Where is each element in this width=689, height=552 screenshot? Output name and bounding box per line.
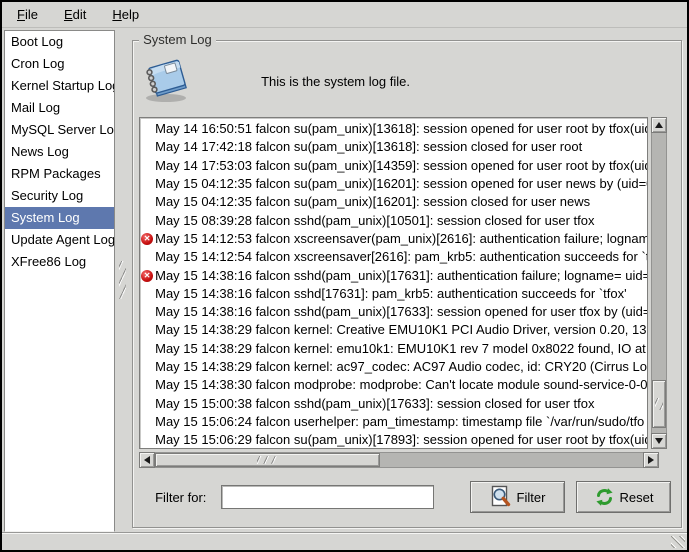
log-list-area: May 14 16:50:51 falcon su(pam_unix)[1361… <box>139 117 667 449</box>
log-viewer-window: File Edit Help Boot LogCron LogKernel St… <box>0 0 689 552</box>
filter-label: Filter for: <box>155 490 206 505</box>
vertical-scrollbar[interactable] <box>651 117 667 449</box>
arrow-left-icon <box>144 456 150 464</box>
resize-grip-icon[interactable] <box>671 536 685 548</box>
sidebar-item[interactable]: Cron Log <box>5 53 114 75</box>
log-row[interactable]: May 15 14:12:53 falcon xscreensaver(pam_… <box>140 230 647 248</box>
sidebar-item[interactable]: Update Agent Log <box>5 229 114 251</box>
filter-button[interactable]: Filter <box>470 481 565 513</box>
log-row-text: May 15 14:38:16 falcon sshd(pam_unix)[17… <box>155 303 647 321</box>
log-row[interactable]: May 15 14:38:16 falcon sshd[17631]: pam_… <box>140 285 647 303</box>
log-row[interactable]: May 15 15:06:29 falcon su(pam_unix)[1789… <box>140 431 647 449</box>
log-row[interactable]: May 14 17:53:03 falcon su(pam_unix)[1435… <box>140 157 647 175</box>
log-row[interactable]: May 15 04:12:35 falcon su(pam_unix)[1620… <box>140 193 647 211</box>
log-row[interactable]: May 15 14:38:29 falcon kernel: Creative … <box>140 321 647 339</box>
log-row[interactable]: May 15 14:12:54 falcon xscreensaver[2616… <box>140 248 647 266</box>
error-icon <box>141 233 153 245</box>
log-row-text: May 15 14:12:54 falcon xscreensaver[2616… <box>155 248 647 266</box>
filter-row: Filter for: Filter <box>155 481 671 513</box>
log-row[interactable]: May 15 14:38:29 falcon kernel: emu10k1: … <box>140 340 647 358</box>
log-header: This is the system log file. <box>141 55 681 107</box>
vertical-scrollbar-thumb[interactable] <box>652 380 666 428</box>
horizontal-scrollbar[interactable] <box>139 452 659 468</box>
notebook-icon <box>141 57 191 105</box>
sidebar-item[interactable]: Boot Log <box>5 31 114 53</box>
vertical-scrollbar-track[interactable] <box>651 133 667 433</box>
log-row-text: May 15 15:06:24 falcon userhelper: pam_t… <box>155 413 644 431</box>
scroll-left-button[interactable] <box>139 452 155 468</box>
sidebar-item[interactable]: Mail Log <box>5 97 114 119</box>
error-icon <box>141 270 153 282</box>
filter-input[interactable] <box>221 485 434 509</box>
scroll-down-button[interactable] <box>651 433 667 449</box>
log-row-text: May 15 08:39:28 falcon sshd(pam_unix)[10… <box>155 212 594 230</box>
sidebar-item[interactable]: Kernel Startup Log <box>5 75 114 97</box>
filter-button-label: Filter <box>517 490 546 505</box>
log-row-text: May 15 14:38:29 falcon kernel: ac97_code… <box>155 358 647 376</box>
log-row-text: May 14 17:53:03 falcon su(pam_unix)[1435… <box>155 157 647 175</box>
sidebar-item[interactable]: RPM Packages <box>5 163 114 185</box>
arrow-right-icon <box>648 456 654 464</box>
frame-title: System Log <box>139 32 216 47</box>
log-row-text: May 15 14:38:16 falcon sshd(pam_unix)[17… <box>155 267 647 285</box>
log-entries-list[interactable]: May 14 16:50:51 falcon su(pam_unix)[1361… <box>139 117 648 449</box>
log-row[interactable]: May 15 14:38:16 falcon sshd(pam_unix)[17… <box>140 266 647 284</box>
log-row[interactable]: May 15 08:39:28 falcon sshd(pam_unix)[10… <box>140 211 647 229</box>
sidebar-item[interactable]: Security Log <box>5 185 114 207</box>
arrow-up-icon <box>655 122 663 128</box>
log-row-text: May 15 15:06:29 falcon su(pam_unix)[1789… <box>155 431 647 449</box>
log-row[interactable]: May 15 15:06:24 falcon userhelper: pam_t… <box>140 413 647 431</box>
log-row-text: May 14 16:50:51 falcon su(pam_unix)[1361… <box>155 120 647 138</box>
reset-button[interactable]: Reset <box>576 481 671 513</box>
window-body: Boot LogCron LogKernel Startup LogMail L… <box>2 28 687 532</box>
log-row-text: May 15 14:12:53 falcon xscreensaver(pam_… <box>155 230 647 248</box>
horizontal-scrollbar-track[interactable] <box>155 452 643 468</box>
log-row[interactable]: May 14 17:42:18 falcon su(pam_unix)[1361… <box>140 138 647 156</box>
search-icon <box>490 485 512 509</box>
menu-item[interactable]: Help <box>103 4 148 25</box>
menu-item[interactable]: File <box>8 4 47 25</box>
status-bar <box>2 532 687 550</box>
reset-button-label: Reset <box>620 490 654 505</box>
scroll-up-button[interactable] <box>651 117 667 133</box>
splitter-grip-icon <box>119 261 126 299</box>
log-row-text: May 15 15:00:38 falcon sshd(pam_unix)[17… <box>155 395 594 413</box>
system-log-frame: System Log <box>132 40 682 528</box>
log-row-text: May 15 14:38:16 falcon sshd[17631]: pam_… <box>155 285 627 303</box>
sidebar-item[interactable]: MySQL Server Log <box>5 119 114 141</box>
log-row-text: May 14 17:42:18 falcon su(pam_unix)[1361… <box>155 138 582 156</box>
pane-splitter[interactable] <box>115 28 131 532</box>
log-row[interactable]: May 15 14:38:29 falcon kernel: ac97_code… <box>140 358 647 376</box>
thumb-grip-icon <box>655 398 663 410</box>
log-row[interactable]: May 15 14:38:16 falcon sshd(pam_unix)[17… <box>140 303 647 321</box>
log-row-text: May 15 14:38:29 falcon kernel: emu10k1: … <box>155 340 646 358</box>
log-row[interactable]: May 15 15:00:38 falcon sshd(pam_unix)[17… <box>140 394 647 412</box>
scroll-right-button[interactable] <box>643 452 659 468</box>
log-row-text: May 15 14:38:30 falcon modprobe: modprob… <box>155 376 647 394</box>
reset-icon <box>594 487 615 507</box>
log-row-text: May 15 04:12:35 falcon su(pam_unix)[1620… <box>155 193 590 211</box>
sidebar-item[interactable]: System Log <box>5 207 114 229</box>
log-description: This is the system log file. <box>261 74 410 89</box>
log-row[interactable]: May 15 14:38:30 falcon modprobe: modprob… <box>140 376 647 394</box>
menu-bar: File Edit Help <box>2 2 687 28</box>
sidebar-item[interactable]: News Log <box>5 141 114 163</box>
arrow-down-icon <box>655 438 663 444</box>
log-row[interactable]: May 14 16:50:51 falcon su(pam_unix)[1361… <box>140 120 647 138</box>
thumb-grip-icon <box>257 456 277 464</box>
log-row-text: May 15 04:12:35 falcon su(pam_unix)[1620… <box>155 175 647 193</box>
menu-item[interactable]: Edit <box>55 4 95 25</box>
main-panel: System Log <box>130 28 687 532</box>
log-row[interactable]: May 15 04:12:35 falcon su(pam_unix)[1620… <box>140 175 647 193</box>
sidebar-item[interactable]: XFree86 Log <box>5 251 114 273</box>
log-row-text: May 15 14:38:29 falcon kernel: Creative … <box>155 321 647 339</box>
horizontal-scrollbar-thumb[interactable] <box>155 453 379 467</box>
log-type-list: Boot LogCron LogKernel Startup LogMail L… <box>4 30 115 532</box>
